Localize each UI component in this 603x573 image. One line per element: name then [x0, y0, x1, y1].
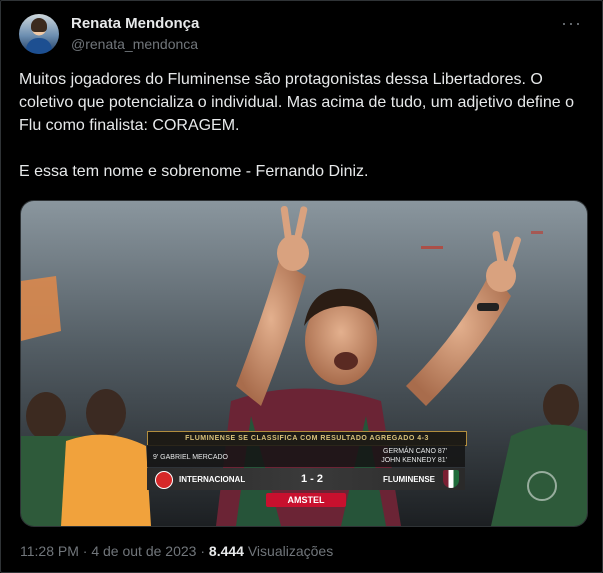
avatar-hair: [31, 18, 47, 32]
tweet-meta: 11:28 PM · 4 de out de 2023 · 8.444 Visu…: [20, 543, 333, 559]
home-team: INTERNACIONAL: [179, 475, 246, 484]
scoreboard-overlay: FLUMINENSE SE CLASSIFICA COM RESULTADO A…: [147, 431, 467, 511]
views-label: Visualizações: [247, 543, 334, 559]
tweet-paragraph-2: E essa tem nome e sobrenome - Fernando D…: [19, 163, 369, 180]
score: 1 - 2: [300, 473, 323, 485]
scoreboard-header: FLUMINENSE SE CLASSIFICA COM RESULTADO A…: [147, 431, 467, 446]
tweet-time[interactable]: 11:28 PM: [20, 543, 79, 559]
more-options-icon[interactable]: ···: [561, 13, 582, 34]
away-crest-icon: [443, 470, 459, 488]
tweet-media-image[interactable]: FLUMINENSE SE CLASSIFICA COM RESULTADO A…: [20, 200, 588, 527]
meta-separator: ·: [200, 543, 206, 559]
broadcaster-logo-icon: [527, 471, 557, 501]
tweet-text: Muitos jogadores do Fluminense são prota…: [19, 68, 589, 183]
home-crest-icon: [155, 471, 173, 489]
meta-separator: ·: [82, 543, 88, 559]
scoreboard-main: INTERNACIONAL 1 - 2 FLUMINENSE: [147, 468, 465, 490]
away-team: FLUMINENSE: [383, 475, 435, 484]
avatar-shirt: [26, 38, 52, 54]
author-name[interactable]: Renata Mendonça: [71, 15, 199, 32]
author-avatar[interactable]: [19, 14, 59, 54]
tweet-card: Renata Mendonça @renata_mendonca ··· Mui…: [0, 0, 603, 573]
tweet-date[interactable]: 4 de out de 2023: [91, 543, 196, 559]
sponsor-logo: AMSTEL: [266, 493, 346, 507]
views-count: 8.444: [208, 543, 244, 559]
tweet-paragraph-1: Muitos jogadores do Fluminense são prota…: [19, 71, 574, 134]
scoreboard-scorers: 9' GABRIEL MERCADO GERMÁN CANO 87' JOHN …: [147, 445, 465, 467]
away-scorer-2: JOHN KENNEDY 81': [381, 457, 447, 464]
author-handle[interactable]: @renata_mendonca: [71, 36, 198, 52]
home-scorer: 9' GABRIEL MERCADO: [153, 454, 228, 461]
away-scorer-1: GERMÁN CANO 87': [383, 448, 447, 455]
